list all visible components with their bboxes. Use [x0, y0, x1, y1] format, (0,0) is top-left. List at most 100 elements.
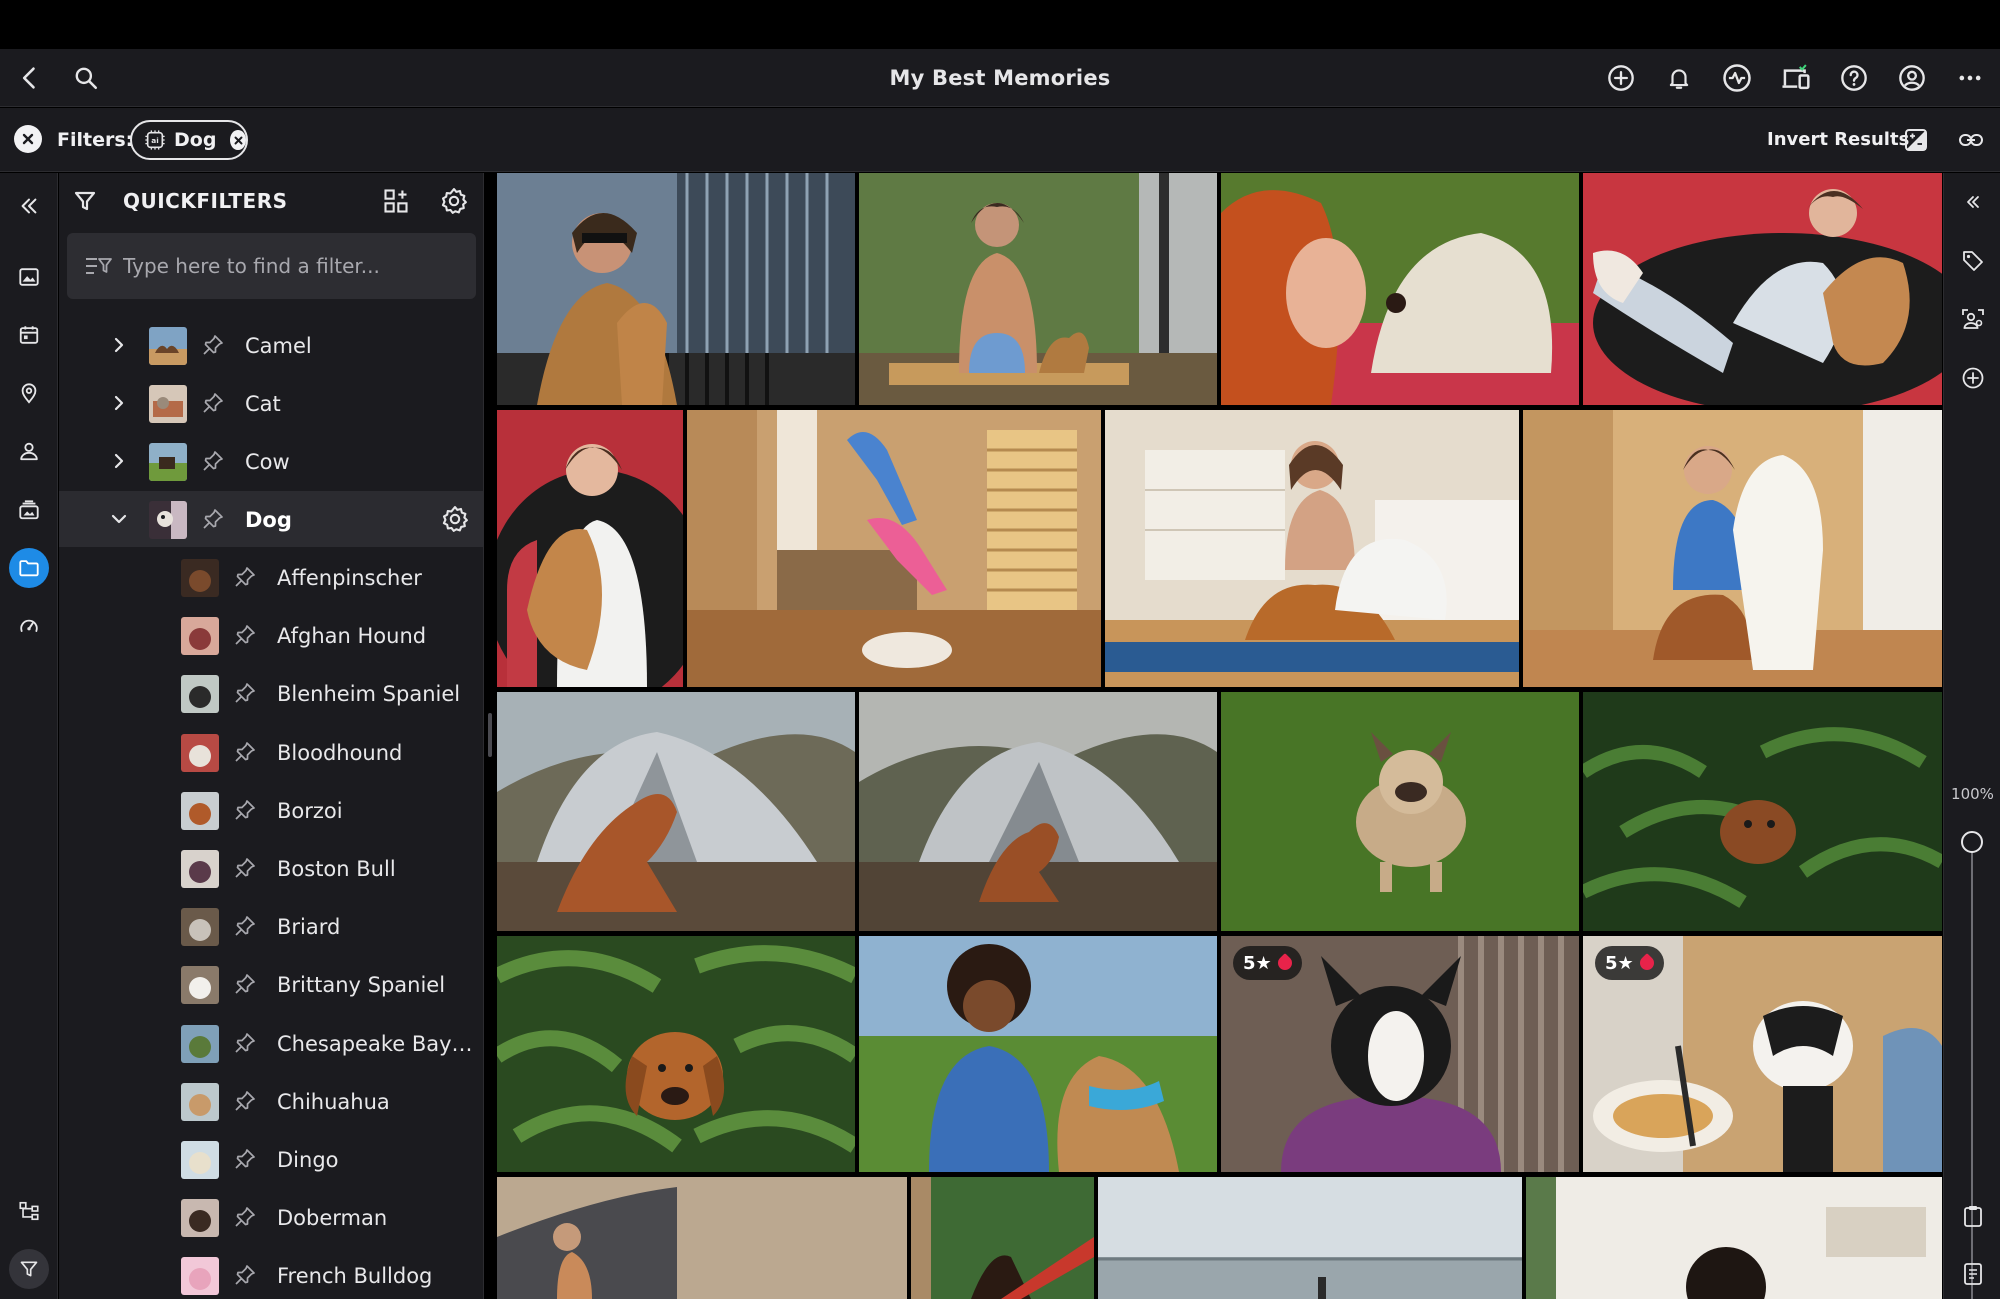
- filter-item-chesapeake-bay-r[interactable]: Chesapeake Bay R...: [59, 1015, 483, 1071]
- pin-icon[interactable]: [233, 565, 257, 589]
- photo-tile[interactable]: [1523, 410, 1942, 687]
- photo-tile[interactable]: [859, 936, 1217, 1172]
- pin-icon[interactable]: [233, 1263, 257, 1287]
- add-filter-group-icon[interactable]: [382, 187, 412, 217]
- remove-filter-icon[interactable]: [230, 130, 246, 150]
- search-icon[interactable]: [70, 62, 102, 94]
- filter-item-affenpinscher[interactable]: Affenpinscher: [59, 549, 483, 605]
- bell-icon[interactable]: [1663, 62, 1695, 94]
- collapse-panel-icon[interactable]: [9, 186, 49, 226]
- photo-tile[interactable]: 5★: [1221, 936, 1579, 1172]
- location-pin-icon[interactable]: [9, 373, 49, 413]
- help-icon[interactable]: [1838, 62, 1870, 94]
- dog-filter-settings-gear-icon[interactable]: [441, 505, 471, 535]
- photo-tile[interactable]: [497, 1177, 907, 1299]
- pin-icon[interactable]: [201, 333, 225, 357]
- status-bar: [0, 0, 2000, 49]
- pin-icon[interactable]: [233, 623, 257, 647]
- pin-icon[interactable]: [233, 740, 257, 764]
- filter-search-input[interactable]: [123, 233, 463, 299]
- photo-tile[interactable]: [1526, 1177, 1942, 1299]
- photo-tile[interactable]: [1098, 1177, 1522, 1299]
- photo-tile[interactable]: [497, 173, 855, 405]
- clipboard-icon[interactable]: [1956, 1199, 1990, 1233]
- back-icon[interactable]: [14, 62, 46, 94]
- panel-resize-handle[interactable]: [488, 713, 492, 757]
- activity-icon[interactable]: [1721, 62, 1753, 94]
- photo-tile[interactable]: [497, 410, 683, 687]
- filter-item-cow[interactable]: Cow: [59, 433, 483, 489]
- filter-item-cat[interactable]: Cat: [59, 375, 483, 431]
- pin-icon[interactable]: [201, 449, 225, 473]
- photo-tile[interactable]: 5★: [1583, 936, 1942, 1172]
- filter-item-chihuahua[interactable]: Chihuahua: [59, 1073, 483, 1129]
- filter-chip-dog[interactable]: ai Dog: [130, 120, 248, 160]
- add-circle-icon[interactable]: [1605, 62, 1637, 94]
- add-circle-icon[interactable]: [1956, 361, 1990, 395]
- photo-tile[interactable]: [859, 173, 1217, 405]
- pin-icon[interactable]: [233, 856, 257, 880]
- calendar-icon[interactable]: [9, 315, 49, 355]
- invert-results-toggle[interactable]: [1905, 129, 1927, 151]
- breed-thumbnail: [181, 617, 219, 656]
- link-icon[interactable]: [1958, 128, 1984, 152]
- filter-item-borzoi[interactable]: Borzoi: [59, 782, 483, 838]
- filter-search-box[interactable]: [67, 233, 476, 299]
- chevron-down-icon[interactable]: [105, 505, 133, 533]
- filter-item-blenheim-spaniel[interactable]: Blenheim Spaniel: [59, 665, 483, 721]
- pin-icon[interactable]: [201, 391, 225, 415]
- face-recognition-icon[interactable]: [1956, 303, 1990, 337]
- account-icon[interactable]: [1896, 62, 1928, 94]
- photo-tile[interactable]: [1583, 692, 1942, 931]
- chevron-right-icon[interactable]: [105, 447, 133, 475]
- filter-item-boston-bull[interactable]: Boston Bull: [59, 840, 483, 896]
- photo-tile[interactable]: [859, 692, 1217, 931]
- filter-item-camel[interactable]: Camel: [59, 317, 483, 373]
- photo-tile[interactable]: [497, 936, 855, 1172]
- pin-icon[interactable]: [233, 1031, 257, 1055]
- pin-icon[interactable]: [233, 972, 257, 996]
- pin-icon[interactable]: [233, 681, 257, 705]
- filter-item-briard[interactable]: Briard: [59, 898, 483, 954]
- panel-settings-gear-icon[interactable]: [440, 187, 470, 217]
- photo-tile[interactable]: [1583, 173, 1942, 405]
- albums-icon[interactable]: [9, 490, 49, 530]
- filter-item-french-bulldog[interactable]: French Bulldog: [59, 1247, 483, 1299]
- document-list-icon[interactable]: [1956, 1257, 1990, 1291]
- photos-icon[interactable]: [9, 257, 49, 297]
- hierarchy-icon[interactable]: [9, 1191, 49, 1231]
- invert-results-label[interactable]: Invert Results: [1767, 108, 1909, 172]
- chevron-right-icon[interactable]: [105, 331, 133, 359]
- clear-filters-button[interactable]: [14, 125, 42, 153]
- people-icon[interactable]: [9, 431, 49, 471]
- filter-item-doberman[interactable]: Doberman: [59, 1189, 483, 1245]
- filter-item-dingo[interactable]: Dingo: [59, 1131, 483, 1187]
- folders-icon[interactable]: [9, 548, 49, 588]
- filter-item-afghan-hound[interactable]: Afghan Hound: [59, 607, 483, 663]
- photo-tile[interactable]: [1221, 692, 1579, 931]
- pin-icon[interactable]: [233, 1089, 257, 1113]
- pin-icon[interactable]: [233, 1205, 257, 1229]
- dashboard-gauge-icon[interactable]: [9, 606, 49, 646]
- photo-tile[interactable]: [687, 410, 1101, 687]
- expand-right-panel-icon[interactable]: [1956, 185, 1990, 219]
- quickfilters-funnel-icon[interactable]: [9, 1249, 49, 1289]
- camel-thumbnail: [149, 327, 187, 365]
- pin-icon[interactable]: [233, 798, 257, 822]
- zoom-slider-handle[interactable]: [1961, 831, 1983, 853]
- chevron-right-icon[interactable]: [105, 389, 133, 417]
- photo-tile[interactable]: [497, 692, 855, 931]
- tag-icon[interactable]: [1956, 244, 1990, 278]
- pin-icon[interactable]: [233, 914, 257, 938]
- photo-tile[interactable]: [911, 1177, 1094, 1299]
- more-icon[interactable]: [1954, 62, 1986, 94]
- photo-tile[interactable]: [1221, 173, 1579, 405]
- pin-icon[interactable]: [233, 1147, 257, 1171]
- filter-item-bloodhound[interactable]: Bloodhound: [59, 724, 483, 780]
- color-tag-icon: [1274, 953, 1295, 973]
- pin-icon[interactable]: [201, 507, 225, 531]
- photo-tile[interactable]: [1105, 410, 1519, 687]
- filter-item-dog[interactable]: Dog: [59, 491, 483, 547]
- filter-item-brittany-spaniel[interactable]: Brittany Spaniel: [59, 956, 483, 1012]
- devices-icon[interactable]: [1780, 62, 1812, 94]
